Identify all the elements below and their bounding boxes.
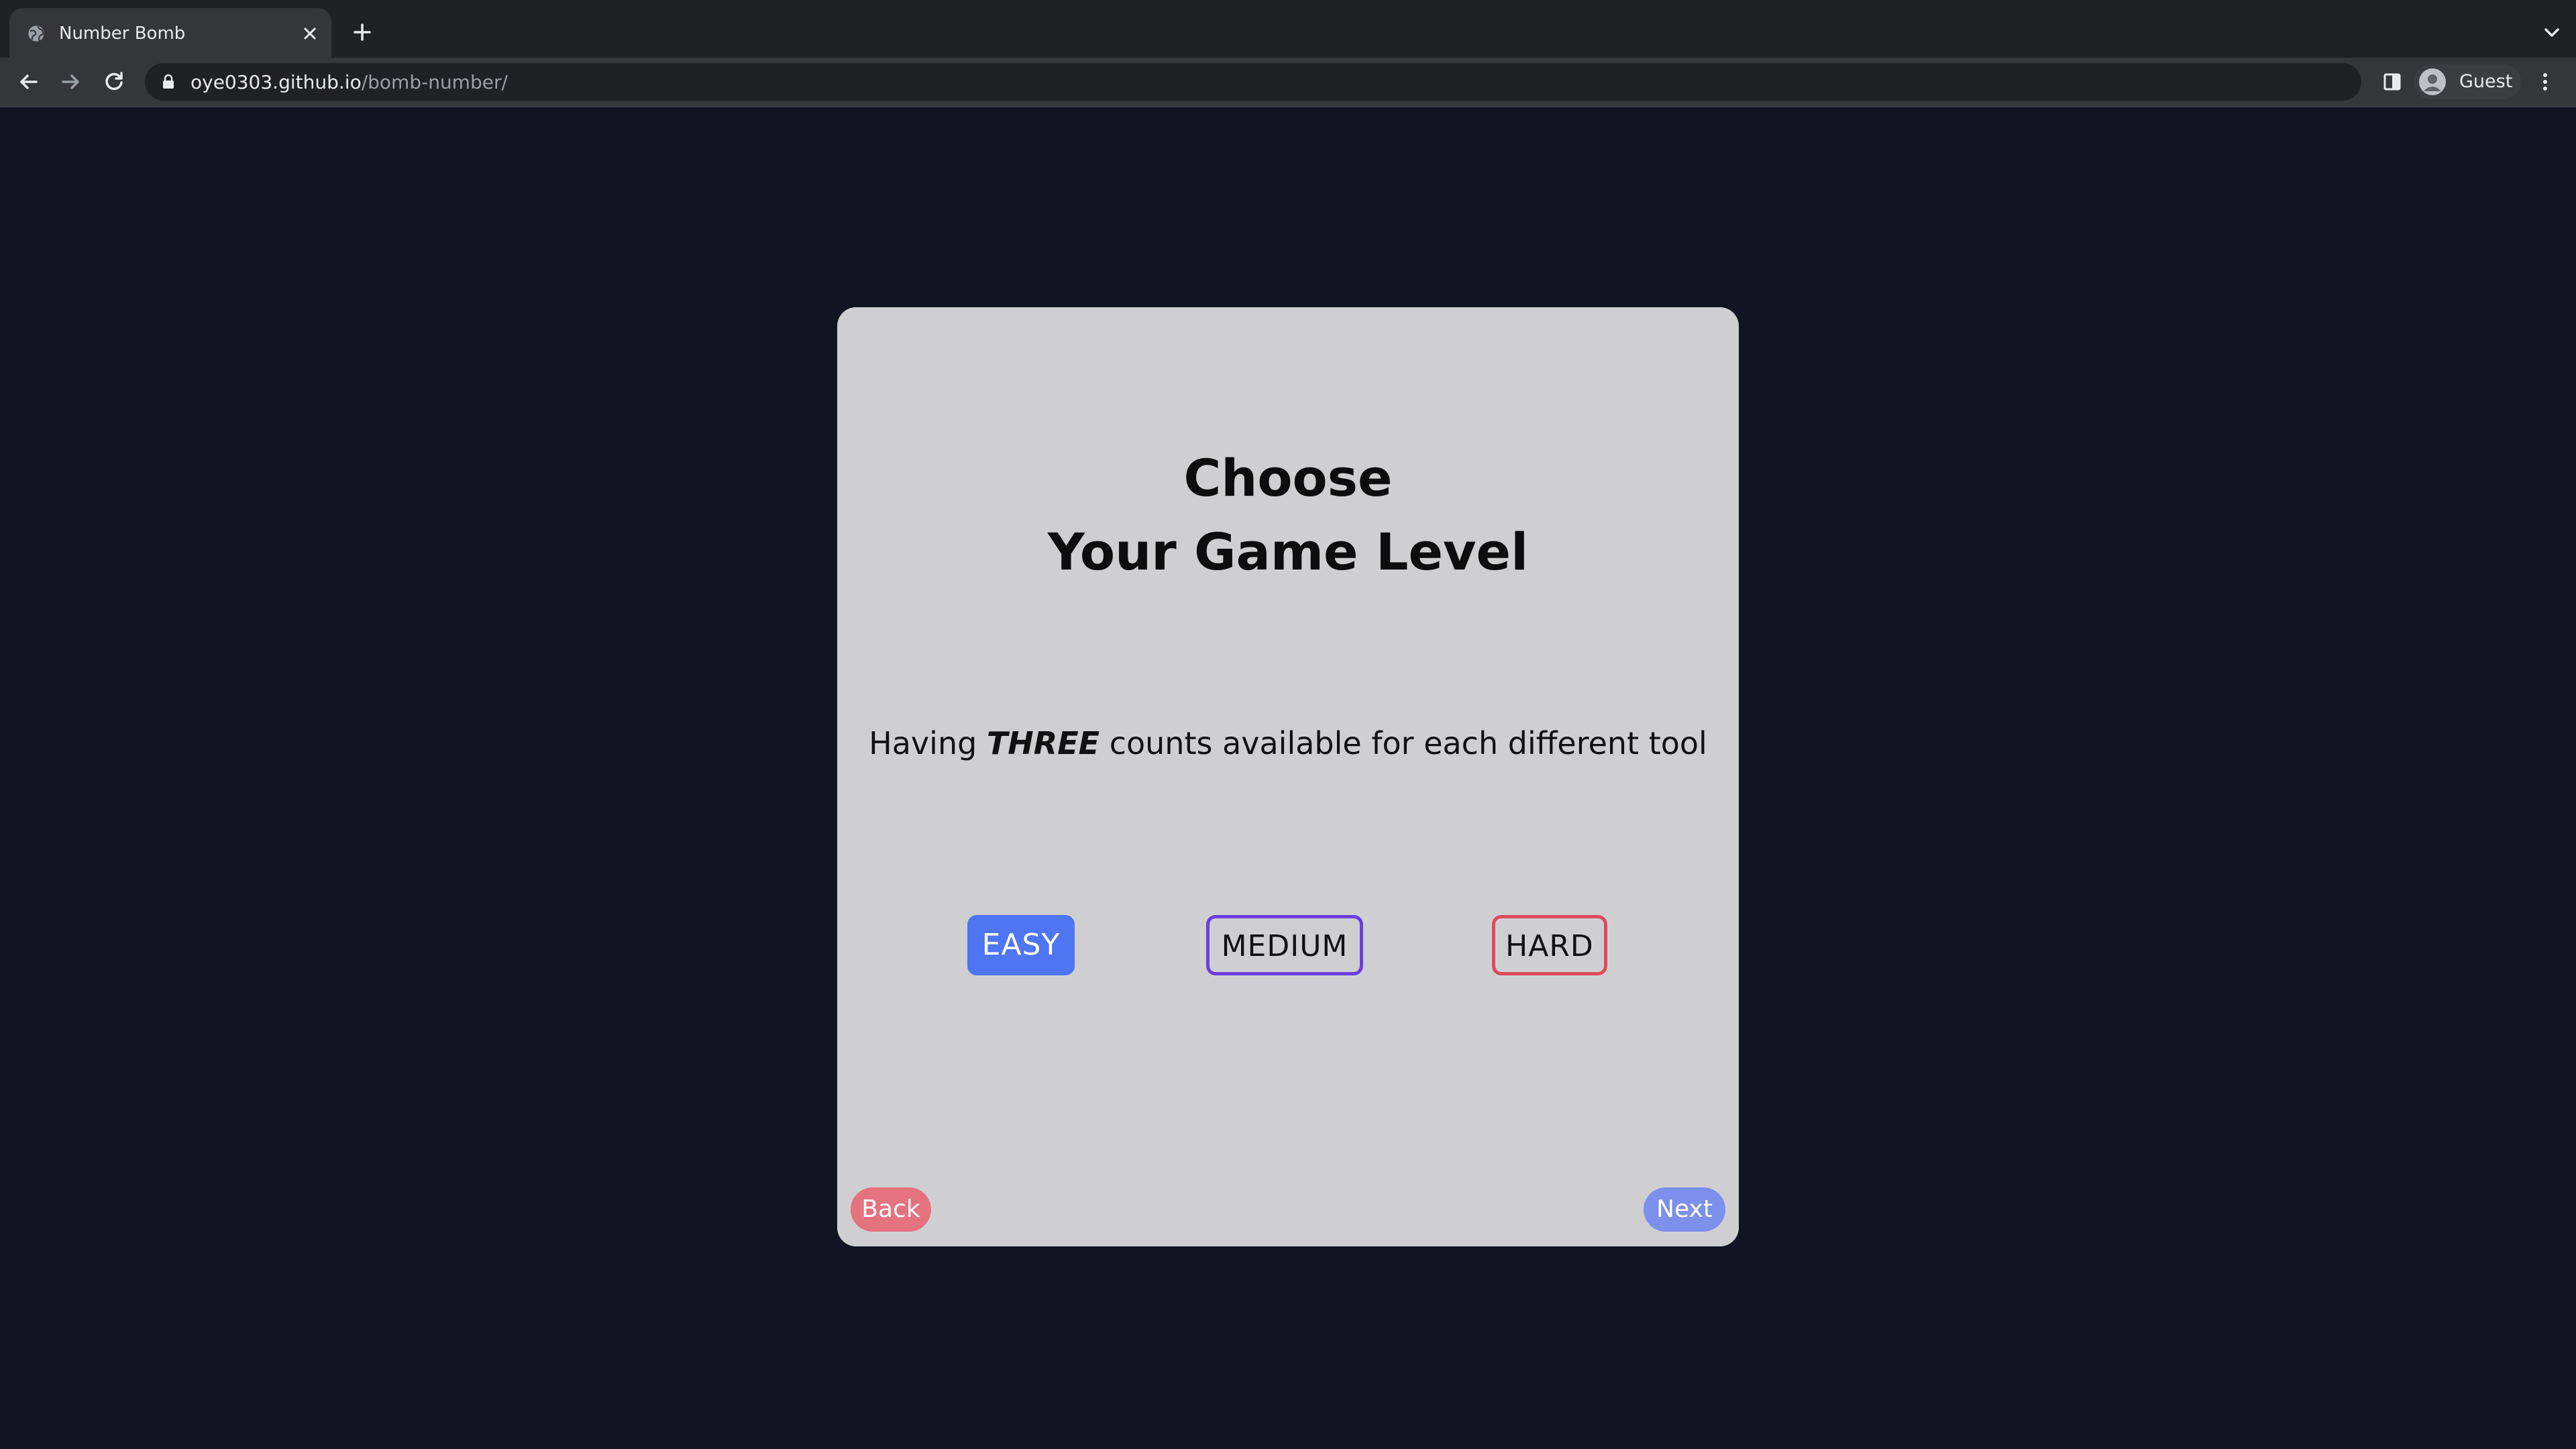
address-bar[interactable]: oye0303.github.io/bomb-number/ (145, 63, 2361, 101)
lock-icon (163, 74, 174, 89)
desc-suffix: counts available for each different tool (1099, 725, 1707, 761)
easy-level-button[interactable]: EASY (967, 915, 1075, 975)
url-host: oye0303.github.io (191, 71, 362, 93)
new-tab-icon[interactable] (349, 19, 376, 46)
level-card: Choose Your Game Level Having THREE coun… (837, 307, 1739, 1246)
page-background: Choose Your Game Level Having THREE coun… (0, 107, 2576, 1449)
tab-title: Number Bomb (59, 23, 186, 44)
title-line-2: Your Game Level (1047, 522, 1529, 582)
browser-tab[interactable]: Number Bomb (9, 8, 331, 58)
avatar-icon (2419, 68, 2446, 95)
profile-button[interactable]: Guest (2414, 64, 2521, 99)
back-button[interactable]: Back (851, 1187, 931, 1232)
page-title: Choose Your Game Level (837, 441, 1739, 589)
more-menu-icon[interactable] (2530, 67, 2560, 97)
forward-arrow-icon[interactable] (56, 67, 86, 97)
desc-emphasis: THREE (986, 725, 1100, 761)
title-line-1: Choose (1183, 448, 1393, 508)
side-panel-icon[interactable] (2377, 67, 2407, 97)
url-path: /bomb-number/ (361, 71, 508, 93)
tab-search-chevron-icon[interactable] (2540, 20, 2564, 44)
level-description: Having THREE counts available for each d… (837, 723, 1739, 763)
next-button[interactable]: Next (1644, 1187, 1725, 1232)
hard-level-button[interactable]: HARD (1492, 915, 1607, 975)
profile-label: Guest (2459, 71, 2513, 92)
browser-tabstrip: Number Bomb (0, 0, 2576, 58)
medium-level-button[interactable]: MEDIUM (1206, 915, 1363, 975)
back-arrow-icon[interactable] (13, 67, 43, 97)
globe-icon (28, 25, 44, 42)
close-tab-icon[interactable] (297, 20, 323, 47)
url-text: oye0303.github.io/bomb-number/ (191, 71, 508, 94)
browser-toolbar: oye0303.github.io/bomb-number/ Guest (0, 58, 2576, 106)
desc-prefix: Having (869, 725, 987, 761)
reload-icon[interactable] (99, 67, 129, 97)
